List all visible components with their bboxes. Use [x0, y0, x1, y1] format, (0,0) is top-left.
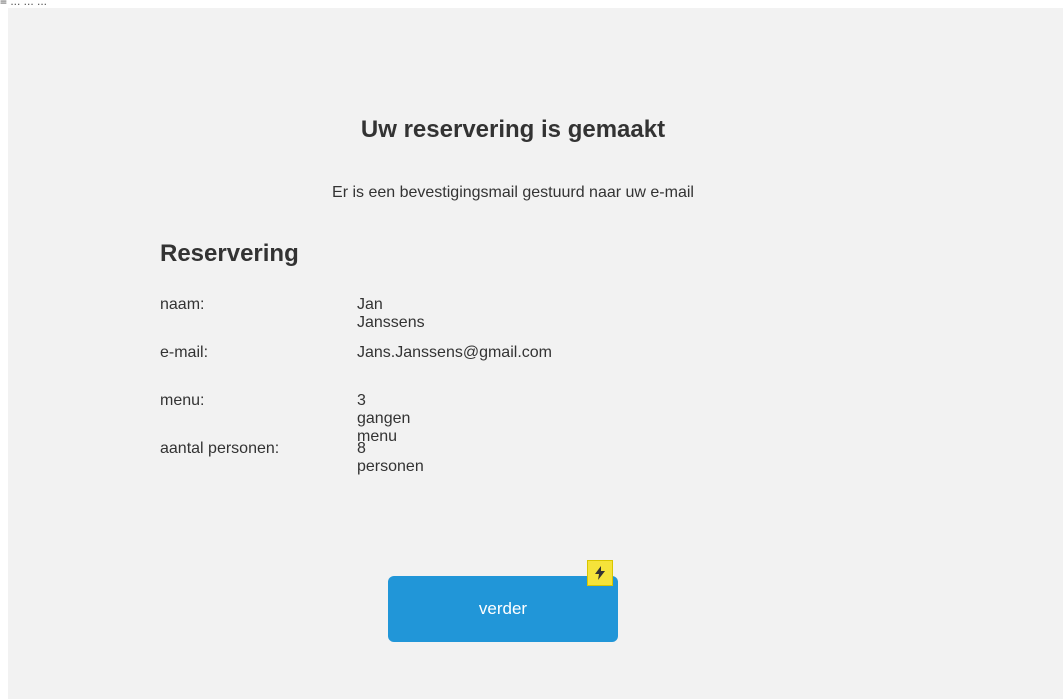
reservation-heading: Reservering [160, 240, 299, 267]
lightning-icon [587, 560, 613, 586]
continue-button[interactable]: verder [388, 576, 618, 642]
detail-label-name: naam: [160, 296, 205, 313]
confirmation-message: Er is een bevestigingsmail gestuurd naar… [332, 184, 694, 201]
detail-label-persons: aantal personen: [160, 440, 280, 457]
page-title: Uw reservering is gemaakt [360, 116, 666, 143]
detail-value-name: Jan Janssens [357, 296, 425, 331]
window-title-strip: ≡ ... ... ... [0, 0, 48, 8]
lightning-glyph [595, 566, 605, 580]
confirmation-page: Uw reservering is gemaakt Er is een beve… [8, 8, 1063, 699]
detail-value-menu: 3 gangen menu [357, 392, 411, 445]
detail-value-persons: 8 personen [357, 440, 424, 475]
detail-label-email: e-mail: [160, 344, 209, 361]
detail-label-menu: menu: [160, 392, 205, 409]
detail-value-email: Jans.Janssens@gmail.com [357, 344, 552, 361]
